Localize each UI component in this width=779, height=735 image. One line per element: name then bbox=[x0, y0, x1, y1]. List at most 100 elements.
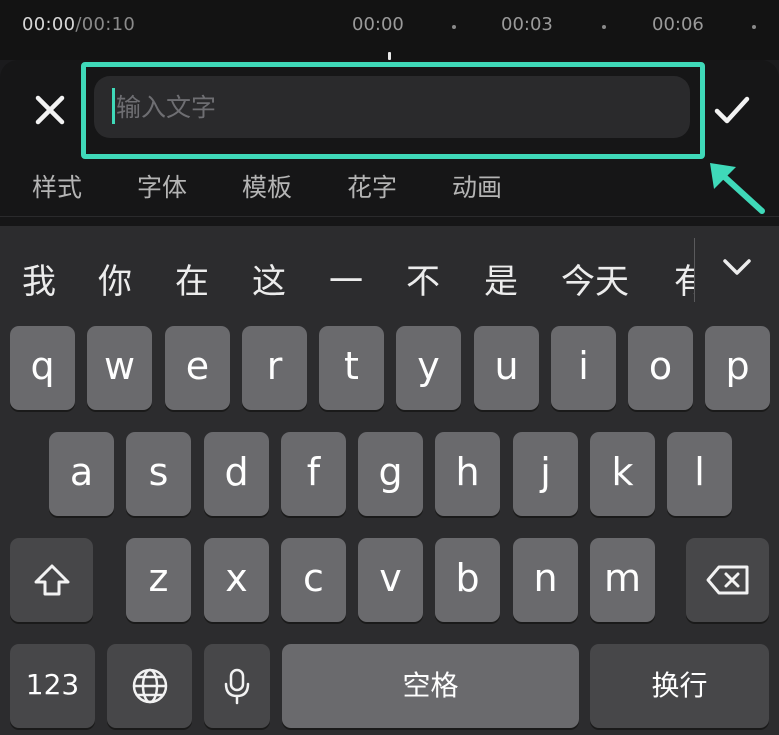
key-m[interactable]: m bbox=[590, 538, 655, 622]
keyboard: 我 你 在 这 一 不 是 今天 有 q w e r t y u i o p a… bbox=[0, 226, 779, 735]
globe-icon bbox=[132, 668, 167, 704]
key-j[interactable]: j bbox=[513, 432, 578, 516]
backspace-icon bbox=[706, 565, 748, 595]
key-t[interactable]: t bbox=[319, 326, 384, 410]
key-label: c bbox=[303, 556, 324, 600]
key-x[interactable]: x bbox=[204, 538, 269, 622]
key-v[interactable]: v bbox=[358, 538, 423, 622]
key-label: f bbox=[306, 450, 321, 494]
key-label: h bbox=[455, 450, 480, 494]
close-button[interactable] bbox=[30, 90, 70, 130]
key-label: 123 bbox=[25, 667, 80, 701]
key-b[interactable]: b bbox=[435, 538, 500, 622]
shift-icon bbox=[34, 564, 69, 596]
key-label: z bbox=[148, 556, 169, 600]
candidate-item[interactable]: 是 bbox=[484, 254, 518, 303]
key-n[interactable]: n bbox=[513, 538, 578, 622]
key-label: t bbox=[344, 344, 359, 388]
key-h[interactable]: h bbox=[435, 432, 500, 516]
key-r[interactable]: r bbox=[242, 326, 307, 410]
key-y[interactable]: y bbox=[396, 326, 461, 410]
key-label: s bbox=[148, 450, 169, 494]
key-label: e bbox=[185, 344, 210, 388]
confirm-button[interactable] bbox=[712, 90, 752, 130]
key-label: b bbox=[455, 556, 480, 600]
key-label: i bbox=[578, 344, 589, 388]
return-key[interactable]: 换行 bbox=[590, 644, 769, 728]
timeline-bar[interactable]: 00:00/00:10 00:00 00:03 00:06 bbox=[0, 0, 779, 60]
key-label: x bbox=[225, 556, 248, 600]
key-i[interactable]: i bbox=[551, 326, 616, 410]
tab-template[interactable]: 模板 bbox=[242, 168, 292, 204]
screen: 00:00/00:10 00:00 00:03 00:06 样式 bbox=[0, 0, 779, 735]
input-highlight-box bbox=[81, 62, 705, 159]
key-u[interactable]: u bbox=[474, 326, 539, 410]
key-a[interactable]: a bbox=[49, 432, 114, 516]
key-label: o bbox=[648, 344, 673, 388]
space-key[interactable]: 空格 bbox=[282, 644, 579, 728]
key-label: n bbox=[533, 556, 558, 600]
key-k[interactable]: k bbox=[590, 432, 655, 516]
tab-animation[interactable]: 动画 bbox=[452, 168, 502, 204]
key-c[interactable]: c bbox=[281, 538, 346, 622]
key-label: k bbox=[611, 450, 634, 494]
time-readout: 00:00/00:10 bbox=[22, 14, 135, 35]
key-f[interactable]: f bbox=[281, 432, 346, 516]
candidate-item[interactable]: 这 bbox=[252, 254, 286, 303]
key-w[interactable]: w bbox=[87, 326, 152, 410]
key-label: p bbox=[725, 344, 750, 388]
candidate-item[interactable]: 你 bbox=[98, 254, 132, 303]
tab-fancy-text[interactable]: 花字 bbox=[347, 168, 397, 204]
key-label: v bbox=[379, 556, 402, 600]
total-time: /00:10 bbox=[75, 14, 136, 35]
expand-candidates-button[interactable] bbox=[720, 250, 754, 284]
shift-key[interactable] bbox=[10, 538, 93, 622]
globe-key[interactable] bbox=[107, 644, 192, 728]
key-label: y bbox=[417, 344, 440, 388]
key-label: d bbox=[224, 450, 249, 494]
current-time: 00:00 bbox=[22, 14, 76, 35]
key-label: m bbox=[603, 556, 642, 600]
timeline-mark: 00:00 bbox=[352, 14, 404, 35]
key-s[interactable]: s bbox=[126, 432, 191, 516]
timeline-dot bbox=[602, 25, 606, 29]
delete-key[interactable] bbox=[686, 538, 769, 622]
key-p[interactable]: p bbox=[705, 326, 770, 410]
key-label: g bbox=[378, 450, 403, 494]
microphone-key[interactable] bbox=[204, 644, 270, 728]
candidate-item[interactable]: 不 bbox=[406, 254, 440, 303]
style-tabs: 样式 字体 模板 花字 动画 bbox=[0, 168, 779, 212]
candidate-item[interactable]: 今天 bbox=[561, 254, 629, 303]
key-label: q bbox=[30, 344, 55, 388]
candidate-list: 我 你 在 这 一 不 是 今天 有 bbox=[0, 226, 694, 326]
key-label: l bbox=[694, 450, 705, 494]
key-label: j bbox=[540, 450, 551, 494]
key-e[interactable]: e bbox=[165, 326, 230, 410]
key-q[interactable]: q bbox=[10, 326, 75, 410]
tab-font[interactable]: 字体 bbox=[137, 168, 187, 204]
key-d[interactable]: d bbox=[204, 432, 269, 516]
key-label: 换行 bbox=[651, 669, 708, 702]
key-o[interactable]: o bbox=[628, 326, 693, 410]
microphone-icon bbox=[224, 668, 250, 705]
timeline-mark: 00:06 bbox=[652, 14, 704, 35]
key-g[interactable]: g bbox=[358, 432, 423, 516]
key-z[interactable]: z bbox=[126, 538, 191, 622]
playhead[interactable] bbox=[388, 52, 391, 60]
candidate-divider bbox=[694, 238, 695, 302]
tab-style[interactable]: 样式 bbox=[32, 168, 82, 204]
chevron-down-icon bbox=[723, 259, 751, 275]
numbers-key[interactable]: 123 bbox=[10, 644, 95, 728]
candidate-item[interactable]: 我 bbox=[22, 254, 56, 303]
close-icon bbox=[35, 95, 65, 125]
candidate-item[interactable]: 在 bbox=[175, 254, 209, 303]
key-label: r bbox=[266, 344, 283, 388]
key-label: 空格 bbox=[402, 669, 459, 702]
timeline-mark: 00:03 bbox=[501, 14, 553, 35]
key-l[interactable]: l bbox=[667, 432, 732, 516]
checkmark-icon bbox=[714, 96, 750, 124]
candidate-bar: 我 你 在 这 一 不 是 今天 有 bbox=[0, 226, 779, 326]
candidate-item[interactable]: 有 bbox=[674, 254, 694, 303]
key-label: u bbox=[494, 344, 519, 388]
candidate-item[interactable]: 一 bbox=[329, 254, 363, 303]
